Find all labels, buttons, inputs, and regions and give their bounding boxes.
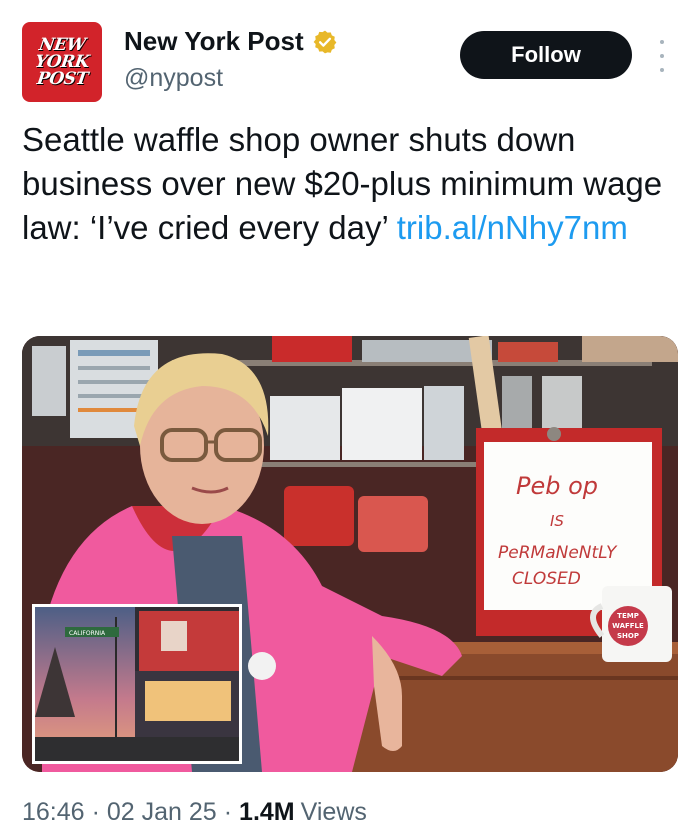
views-label: Views — [300, 798, 367, 826]
tweet-header: NEW YORK POST New York Post @nypost Foll… — [0, 0, 700, 110]
street-sign-text: CALIFORNIA — [69, 630, 106, 637]
sign-line-1: Peb op — [516, 472, 598, 500]
storefront-photo: CALIFORNIA — [35, 607, 239, 761]
mug-text-1: TEMP — [617, 612, 639, 620]
tweet-meta: 16:46 · 02 Jan 25 · 1.4M Views — [22, 798, 367, 827]
account-name[interactable]: New York Post — [124, 26, 304, 57]
tweet-date[interactable]: 02 Jan 25 — [107, 798, 217, 827]
inset-storefront-image: CALIFORNIA — [32, 604, 242, 764]
sign-line-4: CLOSED — [512, 569, 581, 589]
avatar-text-line-2: YORK — [33, 51, 91, 72]
avatar-text-line-1: NEW — [37, 34, 87, 55]
meta-separator-1: · — [91, 798, 100, 826]
account-handle[interactable]: @nypost — [124, 64, 223, 93]
sign-line-3: PeRMaNeNtLY — [498, 543, 618, 563]
sign-line-2: IS — [550, 512, 564, 530]
avatar[interactable]: NEW YORK POST — [22, 22, 102, 102]
meta-separator-2: · — [223, 798, 233, 826]
avatar-text-line-3: POST — [35, 68, 89, 89]
tweet-link[interactable]: trib.al/nNhy7nm — [397, 209, 628, 246]
follow-button[interactable]: Follow — [460, 31, 632, 79]
verified-badge-icon — [313, 30, 337, 53]
tweet-time[interactable]: 16:46 — [22, 798, 85, 827]
mug-text-3: SHOP — [617, 632, 639, 640]
mug-text-2: WAFFLE — [612, 622, 644, 630]
tweet-text: Seattle waffle shop owner shuts down bus… — [22, 118, 672, 250]
views-count: 1.4M — [239, 798, 295, 826]
more-options-icon[interactable] — [650, 36, 674, 76]
account-name-row: New York Post — [124, 26, 338, 57]
